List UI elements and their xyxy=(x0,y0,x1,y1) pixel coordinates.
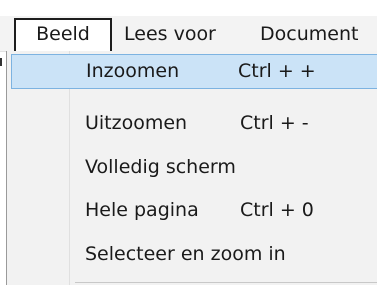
menu-item-hele-pagina[interactable]: Hele pagina Ctrl + 0 xyxy=(13,193,377,227)
window-edge-tick xyxy=(0,58,2,66)
menu-item-inzoomen[interactable]: Inzoomen Ctrl + + xyxy=(11,54,377,89)
menu-beeld[interactable]: Beeld xyxy=(14,18,112,51)
menu-item-selecteer-en-zoom-in[interactable]: Selecteer en zoom in xyxy=(13,237,377,271)
menu-item-label: Hele pagina xyxy=(85,199,199,221)
menu-item-shortcut: Ctrl + + xyxy=(238,60,316,82)
menu-document[interactable]: Document xyxy=(260,20,358,49)
menu-item-label: Volledig scherm xyxy=(85,156,236,178)
menu-item-label: Selecteer en zoom in xyxy=(85,243,286,265)
beeld-dropdown-menu: Inzoomen Ctrl + + Uitzoomen Ctrl + - Vol… xyxy=(6,51,377,285)
menu-item-label: Inzoomen xyxy=(86,60,180,82)
screen: Beeld Lees voor Document Inzoomen Ctrl +… xyxy=(0,0,377,285)
menu-item-shortcut: Ctrl + - xyxy=(240,112,309,134)
menu-item-label: Uitzoomen xyxy=(85,112,188,134)
menu-item-uitzoomen[interactable]: Uitzoomen Ctrl + - xyxy=(13,106,377,140)
menu-bar: Beeld Lees voor Document xyxy=(0,16,377,52)
menu-item-shortcut: Ctrl + 0 xyxy=(240,199,314,221)
menu-separator xyxy=(75,282,377,283)
menu-item-volledig-scherm[interactable]: Volledig scherm xyxy=(13,150,377,184)
menu-lees-voor[interactable]: Lees voor xyxy=(124,20,216,49)
